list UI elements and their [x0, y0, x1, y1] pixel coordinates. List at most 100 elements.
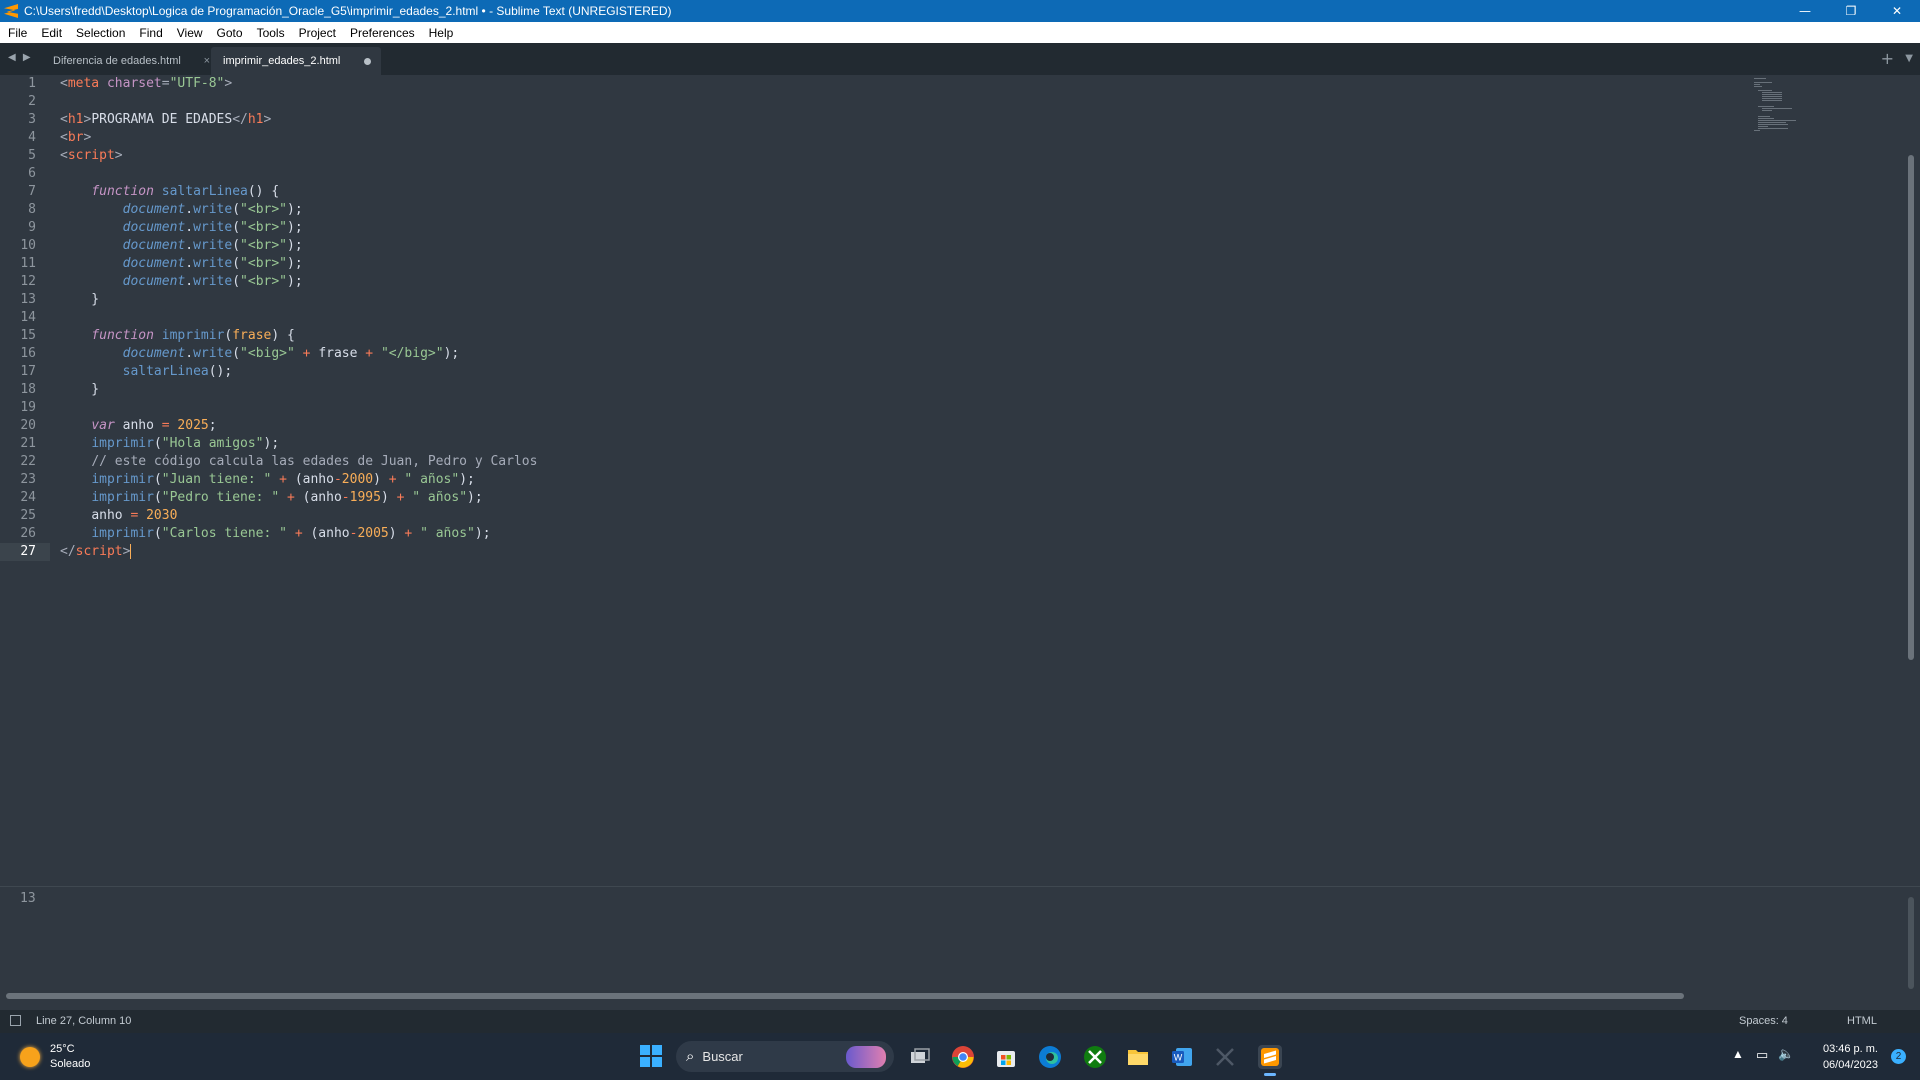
token: " años" [412, 490, 468, 505]
line-number: 14 [20, 310, 36, 325]
code-line: imprimir("Carlos tiene: " + (anho-2005) … [60, 525, 1720, 543]
token: . [185, 220, 194, 235]
new-tab-icon[interactable]: + [1881, 49, 1894, 68]
chrome-icon[interactable] [951, 1045, 975, 1069]
code-line: } [60, 382, 100, 397]
close-button[interactable]: ✕ [1874, 0, 1920, 22]
edge-icon[interactable] [1038, 1045, 1062, 1069]
line-number: 1 [28, 76, 36, 91]
token: meta [67, 76, 100, 91]
token: write [193, 274, 233, 289]
tab-close-icon[interactable]: × [204, 55, 210, 67]
panel-line-number: 13 [20, 891, 36, 906]
sublime-text-icon[interactable] [1258, 1045, 1282, 1076]
line-number: 4 [28, 130, 36, 145]
menu-project[interactable]: Project [291, 26, 342, 40]
file-explorer-icon[interactable] [1126, 1045, 1150, 1069]
token: write [193, 256, 233, 271]
token: > [83, 130, 92, 145]
line-number: 13 [20, 292, 36, 307]
line-number: 25 [20, 508, 36, 523]
restore-button[interactable]: ❐ [1828, 0, 1874, 22]
token: document [122, 238, 186, 253]
token: script [67, 148, 115, 163]
code-line-current: </script> [60, 543, 1720, 561]
token: document [122, 202, 186, 217]
token: = [161, 76, 170, 91]
menu-view[interactable]: View [169, 26, 209, 40]
unsaved-dot-icon[interactable] [364, 58, 371, 65]
clock[interactable]: 03:46 p. m. 06/04/2023 [1823, 1041, 1878, 1073]
token: = [161, 418, 170, 433]
menu-tools[interactable]: Tools [249, 26, 291, 40]
store-icon[interactable] [994, 1045, 1018, 1069]
code-area[interactable]: <meta charset="UTF-8"> <h1>PROGRAMA DE E… [60, 75, 1720, 561]
weather-widget[interactable]: 25°C Soleado [20, 1042, 90, 1072]
panel-vertical-scrollbar[interactable] [1908, 897, 1914, 989]
syntax-selector[interactable]: HTML [1847, 1015, 1877, 1027]
tab-imprimir-edades-2[interactable]: imprimir_edades_2.html [211, 47, 381, 75]
notification-badge[interactable]: 2 [1891, 1049, 1906, 1064]
token: function [91, 328, 154, 343]
tab-nav-arrows-icon[interactable]: ◀ ▶ [8, 52, 33, 63]
chevron-up-icon[interactable]: ▲ [1732, 1047, 1744, 1061]
menu-goto[interactable]: Goto [209, 26, 249, 40]
token: < [60, 148, 68, 163]
menu-bar: File Edit Selection Find View Goto Tools… [0, 22, 1920, 43]
minimap[interactable] [1754, 76, 1814, 136]
token: ( [232, 256, 241, 271]
token: + [357, 346, 381, 361]
panel-toggle-icon[interactable] [10, 1015, 21, 1026]
tab-diferencia-de-edades[interactable]: Diferencia de edades.html × [40, 47, 210, 75]
line-number: 17 [20, 364, 36, 379]
menu-preferences[interactable]: Preferences [342, 26, 421, 40]
token: " años" [420, 526, 475, 541]
taskbar-search[interactable]: ⌕ Buscar [676, 1041, 894, 1072]
network-icon[interactable]: ▭ [1756, 1047, 1768, 1063]
word-icon[interactable]: W [1170, 1045, 1194, 1069]
menu-file[interactable]: File [0, 26, 33, 40]
snip-icon[interactable] [1213, 1045, 1237, 1069]
menu-find[interactable]: Find [131, 26, 168, 40]
menu-edit[interactable]: Edit [33, 26, 68, 40]
token: frase [318, 346, 358, 361]
minimize-button[interactable]: — [1782, 0, 1828, 22]
xbox-icon[interactable] [1083, 1045, 1107, 1069]
search-placeholder: Buscar [702, 1049, 743, 1064]
panel-horizontal-scrollbar[interactable] [6, 993, 1684, 999]
volume-icon[interactable]: 🔈 [1778, 1046, 1794, 1062]
menu-selection[interactable]: Selection [68, 26, 131, 40]
indentation-setting[interactable]: Spaces: 4 [1739, 1015, 1788, 1027]
weather-temp: 25°C [50, 1043, 75, 1055]
line-number-gutter: 1 2 3 4 5 6 7 8 9 10 11 12 13 14 15 16 1… [0, 75, 50, 561]
task-view-icon[interactable] [908, 1045, 932, 1069]
token: - [341, 490, 350, 505]
code-line: } [60, 292, 100, 307]
token: imprimir [91, 490, 154, 505]
token: var [91, 418, 115, 433]
token: ( [153, 490, 162, 505]
status-bar: Line 27, Column 10 Spaces: 4 HTML [0, 1010, 1920, 1033]
token: ); [287, 256, 303, 271]
menu-help[interactable]: Help [421, 26, 460, 40]
line-number: 12 [20, 274, 36, 289]
cursor-position[interactable]: Line 27, Column 10 [36, 1015, 131, 1027]
code-line: document.write("<br>"); [60, 237, 1720, 255]
token: document [122, 256, 186, 271]
output-panel[interactable]: 13 [0, 886, 1920, 999]
line-number: 19 [20, 400, 36, 415]
code-editor[interactable]: 1 2 3 4 5 6 7 8 9 10 11 12 13 14 15 16 1… [0, 75, 1920, 885]
token: + [380, 472, 405, 487]
token: ( [232, 220, 241, 235]
token: "<br>" [240, 274, 288, 289]
editor-scrollbar[interactable] [1908, 155, 1914, 660]
line-number: 18 [20, 382, 36, 397]
start-icon[interactable] [640, 1045, 662, 1067]
tab-list-dropdown-icon[interactable]: ▼ [1905, 53, 1913, 64]
line-number: 7 [28, 184, 36, 199]
